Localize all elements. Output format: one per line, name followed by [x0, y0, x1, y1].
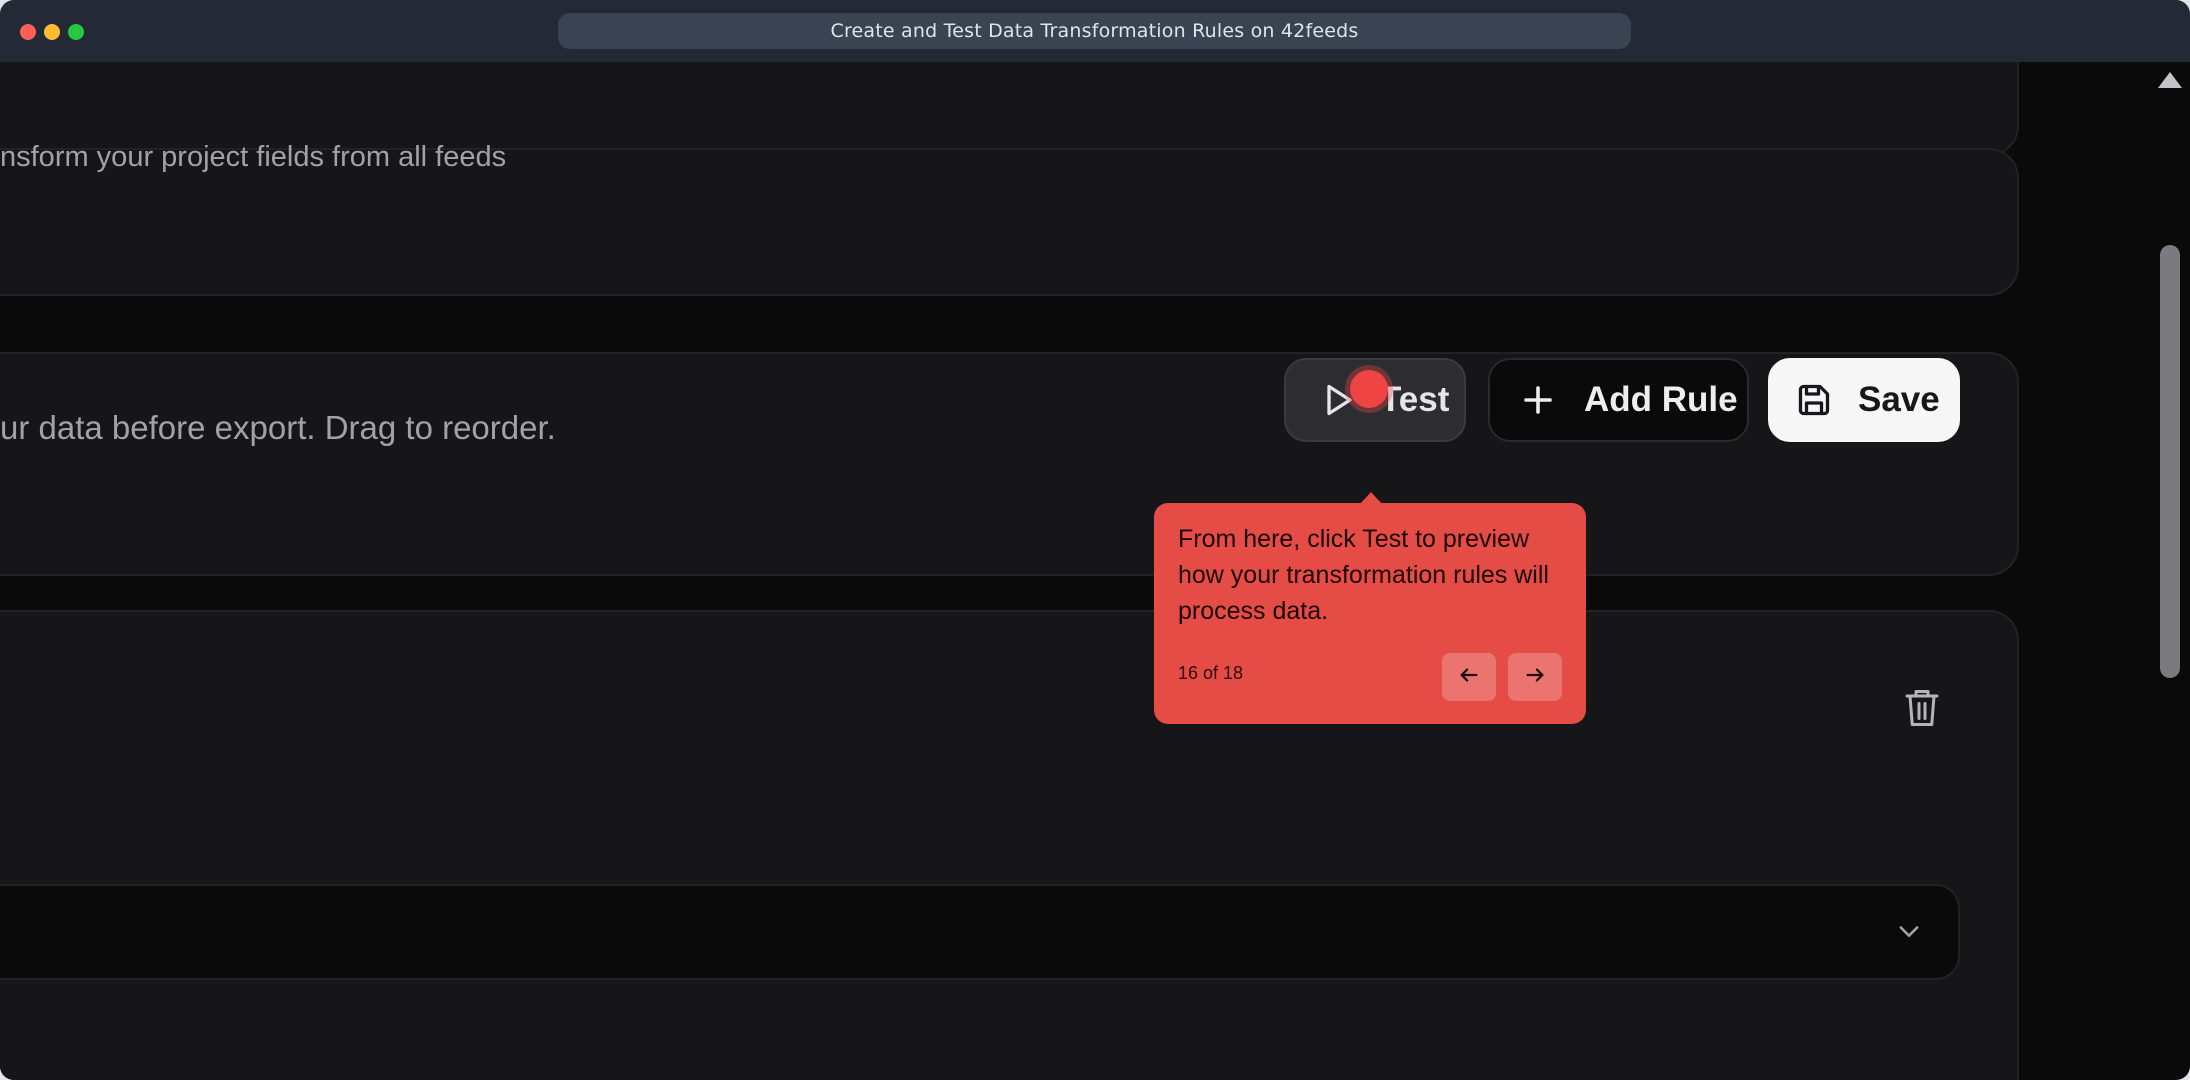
floppy-disk-icon [1796, 382, 1832, 418]
tour-tooltip: From here, click Test to preview how you… [1154, 503, 1586, 724]
minimize-window-button[interactable] [44, 24, 60, 40]
chevron-down-icon[interactable] [1895, 917, 1923, 945]
tooltip-text: From here, click Test to preview how you… [1178, 525, 1549, 625]
rule-type-select[interactable] [0, 884, 1960, 980]
save-button[interactable]: Save [1768, 358, 1960, 442]
arrow-left-icon [1458, 664, 1480, 691]
test-button-label: Test [1380, 380, 1450, 419]
add-rule-button[interactable]: Add Rule [1488, 358, 1749, 442]
browser-window: Create and Test Data Transformation Rule… [0, 0, 2190, 1080]
add-rule-button-label: Add Rule [1584, 380, 1738, 419]
vertical-scrollbar[interactable] [2150, 62, 2190, 1080]
save-button-label: Save [1858, 380, 1940, 419]
page-content [0, 62, 2150, 1080]
window-title[interactable]: Create and Test Data Transformation Rule… [558, 13, 1631, 49]
scroll-up-arrow-icon[interactable] [2158, 72, 2182, 88]
trash-icon[interactable] [1904, 687, 1940, 729]
rule-card [0, 610, 2019, 1080]
close-window-button[interactable] [20, 24, 36, 40]
tour-highlight-dot [1350, 370, 1388, 408]
tooltip-next-button[interactable] [1508, 653, 1562, 701]
maximize-window-button[interactable] [68, 24, 84, 40]
description-text: nsform your project fields from all feed… [0, 141, 507, 173]
tooltip-prev-button[interactable] [1442, 653, 1496, 701]
tooltip-step-counter: 16 of 18 [1178, 663, 1244, 683]
scrollbar-thumb[interactable] [2160, 245, 2180, 678]
title-bar: Create and Test Data Transformation Rule… [0, 0, 2190, 62]
rules-subtitle: ur data before export. Drag to reorder. [0, 409, 556, 446]
arrow-right-icon [1524, 664, 1546, 691]
plus-icon [1520, 382, 1556, 418]
